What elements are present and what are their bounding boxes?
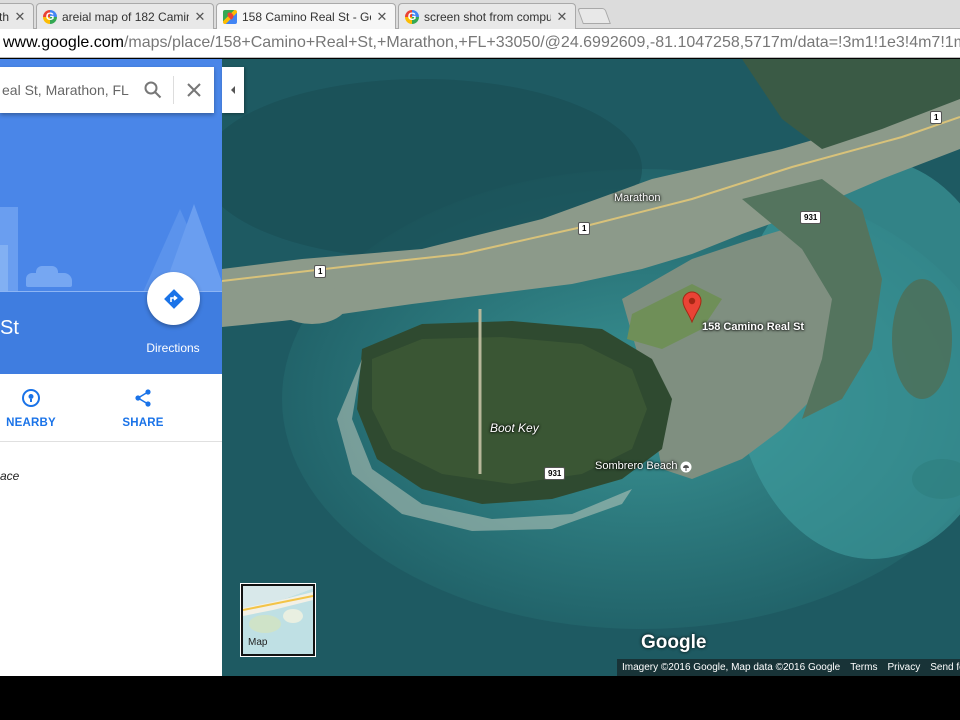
map-marker-icon[interactable] [682,291,702,323]
chevron-left-icon [231,86,235,94]
search-box[interactable]: eal St, Marathon, FL [0,67,214,113]
tab-title: th [0,9,9,24]
nearby-button[interactable]: NEARBY [0,388,66,429]
url-path: /maps/place/158+Camino+Real+St,+Marathon… [123,34,960,51]
address-bar[interactable]: www.google.com/maps/place/158+Camino+Rea… [0,29,960,58]
share-icon [135,389,151,407]
route-shield: 1 [578,222,591,235]
tab-1[interactable]: th ✕ [0,3,34,29]
new-tab-button[interactable] [577,8,611,24]
terms-link[interactable]: Terms [850,662,877,673]
share-label: SHARE [122,417,164,429]
map-label-marathon: Marathon [614,192,661,204]
tab-title: screen shot from compute [424,9,551,24]
tab-title: areial map of 182 Camino [62,9,189,24]
beach-icon[interactable] [680,461,692,473]
directions-button[interactable] [147,272,200,325]
minimap-label: Map [248,637,268,648]
google-icon: G [43,9,57,24]
map-attribution: Imagery ©2016 Google, Map data ©2016 Goo… [617,659,960,676]
search-input[interactable]: eal St, Marathon, FL [0,82,133,98]
location-pin-icon [22,389,40,407]
map-label-boot-key: Boot Key [490,421,539,435]
share-button[interactable]: SHARE [108,388,178,429]
map-type-toggle[interactable]: Map [241,584,315,656]
tab-4[interactable]: G screen shot from compute ✕ [398,3,576,29]
close-icon[interactable]: ✕ [13,9,27,25]
google-icon: G [405,9,419,24]
directions-label: Directions [146,341,200,355]
collapse-panel-button[interactable] [222,67,244,113]
screen: th ✕ G areial map of 182 Camino ✕ 158 Ca… [0,0,960,720]
satellite-imagery [222,59,960,676]
route-shield: 931 [544,467,566,480]
satellite-map[interactable]: Marathon Boot Key Sombrero Beach 158 Cam… [222,59,960,676]
tab-strip: th ✕ G areial map of 182 Camino ✕ 158 Ca… [0,0,960,29]
search-button[interactable] [133,67,173,113]
search-icon [144,81,162,99]
place-title: St [0,317,19,339]
route-shield: 1 [314,265,327,278]
directions-icon [163,288,184,309]
nearby-label: NEARBY [6,417,56,429]
privacy-link[interactable]: Privacy [887,662,920,673]
place-detail-text: ace [0,469,20,483]
tab-title: 158 Camino Real St - Goo [242,9,371,24]
url-host: www.google.com [3,34,124,51]
map-label-sombrero-beach: Sombrero Beach [595,460,678,472]
attribution-text: Imagery ©2016 Google, Map data ©2016 Goo… [622,662,841,673]
tab-2[interactable]: G areial map of 182 Camino ✕ [36,3,214,29]
car-shape [26,266,72,287]
building-shape [0,245,8,293]
route-shield: 1 [930,111,943,124]
tab-3[interactable]: 158 Camino Real St - Goo ✕ [216,3,396,29]
close-icon[interactable]: ✕ [555,9,569,25]
close-icon [187,83,201,97]
close-icon[interactable]: ✕ [375,9,389,25]
map-label-pin: 158 Camino Real St [702,321,805,333]
clear-search-button[interactable] [174,67,214,113]
close-icon[interactable]: ✕ [193,9,207,25]
maps-icon [223,9,237,24]
google-logo: Google [641,632,707,653]
place-actions: NEARBY SHARE [0,374,222,442]
route-shield: 931 [800,211,822,224]
send-feedback-link[interactable]: Send fee [930,662,960,673]
place-panel: St Directions eal St, Marathon, FL NEARB… [0,59,222,676]
